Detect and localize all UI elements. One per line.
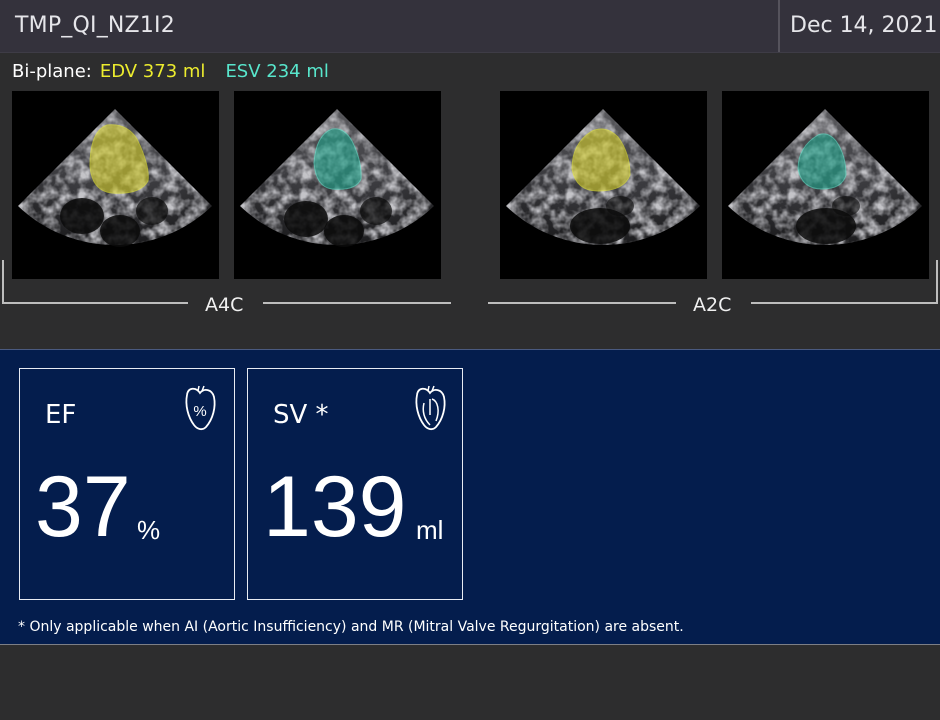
a2c-bracket-line-right: [751, 302, 937, 304]
sv-value: 139: [263, 459, 407, 555]
ultrasound-fan-icon: [728, 109, 922, 246]
header-bar: TMP_QI_NZ1I2 Dec 14, 2021: [0, 0, 940, 53]
a4c-diastole-image[interactable]: [12, 91, 219, 279]
a4c-systole-image[interactable]: [234, 91, 441, 279]
biplane-summary: Bi-plane: EDV 373 ml ESV 234 ml: [12, 61, 329, 82]
header-divider: [778, 0, 780, 52]
a2c-systole-image[interactable]: [722, 91, 929, 279]
a2c-bracket-line-left: [488, 302, 676, 304]
heart-chambers-icon: [415, 385, 446, 431]
edv-value: EDV 373 ml: [99, 61, 206, 82]
biplane-label: Bi-plane:: [12, 61, 92, 82]
sv-card: SV * 139 ml: [247, 368, 463, 600]
footnote: * Only applicable when AI (Aortic Insuff…: [18, 619, 684, 635]
bottom-divider: [0, 644, 940, 645]
ultrasound-fan-icon: [506, 109, 700, 246]
a2c-diastole-image[interactable]: [500, 91, 707, 279]
a4c-bracket-line-left: [2, 302, 188, 304]
ef-unit: %: [137, 515, 161, 545]
ultrasound-fan-icon: [240, 109, 434, 247]
ef-card: EF % 37 %: [19, 368, 235, 600]
a4c-bracket-line-right: [263, 302, 451, 304]
study-date: Dec 14, 2021: [790, 13, 938, 38]
ef-value: 37: [35, 459, 131, 555]
esv-value: ESV 234 ml: [225, 61, 329, 82]
view-label-a2c: A2C: [693, 294, 732, 316]
sv-title: SV *: [273, 400, 329, 430]
sv-unit: ml: [416, 515, 444, 545]
svg-text:%: %: [193, 403, 206, 420]
ef-title: EF: [45, 400, 77, 430]
a4c-bracket-left: [2, 260, 4, 304]
patient-id: TMP_QI_NZ1I2: [15, 13, 175, 38]
ultrasound-fan-icon: [18, 109, 212, 247]
results-panel: EF % 37 % SV * 139 ml * Only applicable …: [0, 350, 940, 644]
a2c-bracket-right: [936, 260, 938, 304]
view-label-a4c: A4C: [205, 294, 244, 316]
heart-percent-icon: %: [185, 385, 216, 431]
